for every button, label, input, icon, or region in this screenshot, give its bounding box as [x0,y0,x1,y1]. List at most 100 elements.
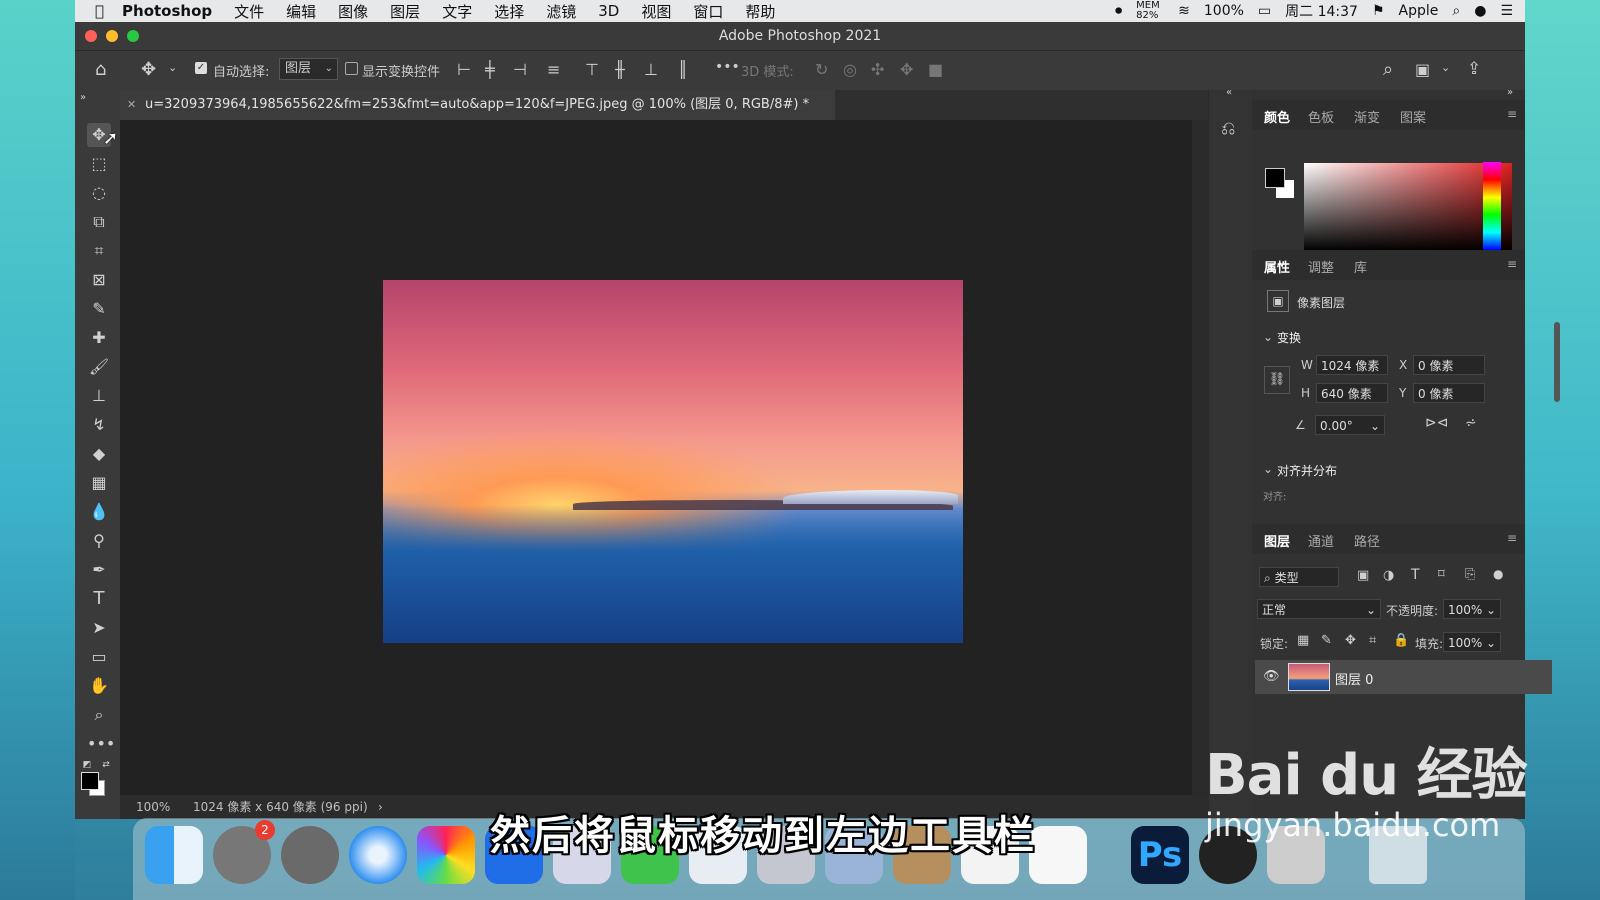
height-field[interactable]: 640 像素 [1316,383,1388,403]
filter-type-icon[interactable]: T [1411,567,1420,583]
menu-edit[interactable]: 编辑 [286,1,316,22]
hue-slider[interactable] [1483,162,1501,250]
menu-select[interactable]: 选择 [494,1,524,22]
distribute-icon[interactable]: ≡ [547,60,560,79]
control-center-icon[interactable]: ☰ [1500,3,1513,19]
safari-icon[interactable] [349,826,407,884]
mem-indicator[interactable]: MEM 82% [1136,1,1164,21]
align-section-header[interactable]: 对齐并分布 [1277,462,1337,479]
spotlight-icon[interactable]: ⌕ [1452,3,1460,19]
menu-app-name[interactable]: Photoshop [122,2,212,20]
collapse-right-icon[interactable]: » [1507,87,1513,98]
object-selection-tool-icon[interactable]: ⧉ [87,210,111,234]
flip-vertical-icon[interactable]: ⩫ [1465,415,1477,431]
record-icon[interactable]: ⏺ [1115,3,1122,19]
lock-pixels-icon[interactable]: ✎ [1321,633,1332,648]
photoshop-dock-icon[interactable]: Ps [1131,826,1189,884]
fill-field[interactable]: 100% ⌄ [1443,632,1501,652]
filter-pixel-icon[interactable]: ▣ [1357,568,1369,583]
opacity-field[interactable]: 100% ⌄ [1443,599,1501,619]
textedit-icon[interactable] [1029,826,1087,884]
menu-window[interactable]: 窗口 [693,1,723,22]
brush-tool-icon[interactable]: 🖌 [87,355,111,379]
panel-menu-icon[interactable]: ≡ [1507,107,1517,121]
properties-scrollbar[interactable] [1554,322,1560,402]
close-window-button[interactable] [85,30,97,42]
tab-channels[interactable]: 通道 [1308,531,1334,550]
panel-menu-icon[interactable]: ≡ [1507,531,1517,545]
blur-tool-icon[interactable]: 💧 [87,500,111,524]
filter-adjustment-icon[interactable]: ◑ [1383,568,1394,583]
tab-paths[interactable]: 路径 [1354,531,1380,550]
menu-type[interactable]: 文字 [442,1,472,22]
zoom-window-button[interactable] [127,30,139,42]
pen-tool-icon[interactable]: ✒ [87,558,111,582]
auto-select-dropdown[interactable]: 图层 ⌄ [279,58,338,80]
edit-toolbar-icon[interactable]: ••• [87,732,115,756]
menu-layer[interactable]: 图层 [390,1,420,22]
home-icon[interactable]: ⌂ [95,59,106,80]
more-options-icon[interactable]: ••• [715,59,740,75]
tab-swatches[interactable]: 色板 [1308,107,1334,126]
eraser-tool-icon[interactable]: ◆ [87,442,111,466]
align-bottom-icon[interactable]: ⊥ [644,60,658,79]
menu-image[interactable]: 图像 [338,1,368,22]
document-image[interactable] [383,280,963,643]
photos-icon[interactable] [417,826,475,884]
chevron-down-icon[interactable]: ⌄ [168,61,177,74]
show-transform-checkbox[interactable] [345,62,358,75]
history-panel-icon[interactable]: ⎌ [1221,118,1235,139]
clone-stamp-tool-icon[interactable]: ⊥ [87,384,111,408]
align-top-icon[interactable]: ⊤ [585,60,599,79]
frame-tool-icon[interactable]: ⊠ [87,268,111,292]
color-fg-swatch[interactable] [1265,168,1285,188]
filter-toggle-icon[interactable]: ● [1493,567,1503,581]
distribute-vertical-icon[interactable]: ║ [678,60,688,79]
crop-tool-icon[interactable]: ⌗ [87,239,111,263]
chevron-down-icon[interactable]: ⌄ [1441,61,1450,74]
rectangle-tool-icon[interactable]: ▭ [87,645,111,669]
path-selection-tool-icon[interactable]: ➤ [87,616,111,640]
tab-color[interactable]: 颜色 [1264,107,1290,126]
tab-adjustments[interactable]: 调整 [1308,257,1334,276]
flip-horizontal-icon[interactable]: ⊳⊲ [1425,415,1448,431]
wifi-icon[interactable]: ≋ [1178,3,1190,19]
angle-field[interactable]: 0.00° ⌄ [1315,415,1385,435]
share-icon[interactable]: ⇪ [1467,59,1481,79]
menubar-user[interactable]: Apple [1399,3,1439,19]
vertical-scrollbar[interactable] [1192,120,1208,795]
launchpad-icon[interactable] [281,826,339,884]
width-field[interactable]: 1024 像素 [1316,355,1388,375]
transform-section-header[interactable]: 变换 [1277,329,1301,346]
default-colors-icon[interactable]: ◩ [80,758,94,772]
lock-position-icon[interactable]: ✥ [1345,633,1356,648]
document-tab[interactable]: ✕ u=3209373964,1985655622&fm=253&fmt=aut… [120,90,835,120]
chevron-right-icon[interactable]: › [378,795,383,819]
align-left-icon[interactable]: ⊢ [457,60,471,79]
blend-mode-dropdown[interactable]: 正常 ⌄ [1257,599,1381,619]
x-field[interactable]: 0 像素 [1413,355,1485,375]
healing-brush-tool-icon[interactable]: ✚ [87,326,111,350]
battery-percent[interactable]: 100% [1204,3,1244,19]
finder-icon[interactable] [145,826,203,884]
align-center-icon[interactable]: ╪ [485,60,495,79]
layer-row[interactable]: 👁 图层 0 [1255,660,1552,694]
marquee-tool-icon[interactable]: ⬚ [87,152,111,176]
canvas-area[interactable] [120,120,1208,795]
color-picker-field[interactable] [1304,163,1512,251]
auto-select-checkbox[interactable]: ✓ [195,62,207,74]
menu-file[interactable]: 文件 [234,1,264,22]
history-brush-tool-icon[interactable]: ↯ [87,413,111,437]
workspace-icon[interactable]: ▣ [1415,60,1430,79]
lock-all-icon[interactable]: 🔒 [1393,633,1409,648]
dodge-tool-icon[interactable]: ⚲ [87,529,111,553]
flag-icon[interactable]: ⚑ [1372,3,1385,19]
panel-menu-icon[interactable]: ≡ [1507,257,1517,271]
menu-3d[interactable]: 3D [598,2,619,20]
link-icon[interactable]: ⛓ [1264,366,1290,394]
lasso-tool-icon[interactable]: ◌ [87,181,111,205]
lock-transparent-icon[interactable]: ▦ [1297,633,1309,648]
move-tool-preset-icon[interactable]: ✥ [141,59,156,80]
tab-gradients[interactable]: 渐变 [1354,107,1380,126]
collapse-left-icon[interactable]: « [1226,87,1232,98]
